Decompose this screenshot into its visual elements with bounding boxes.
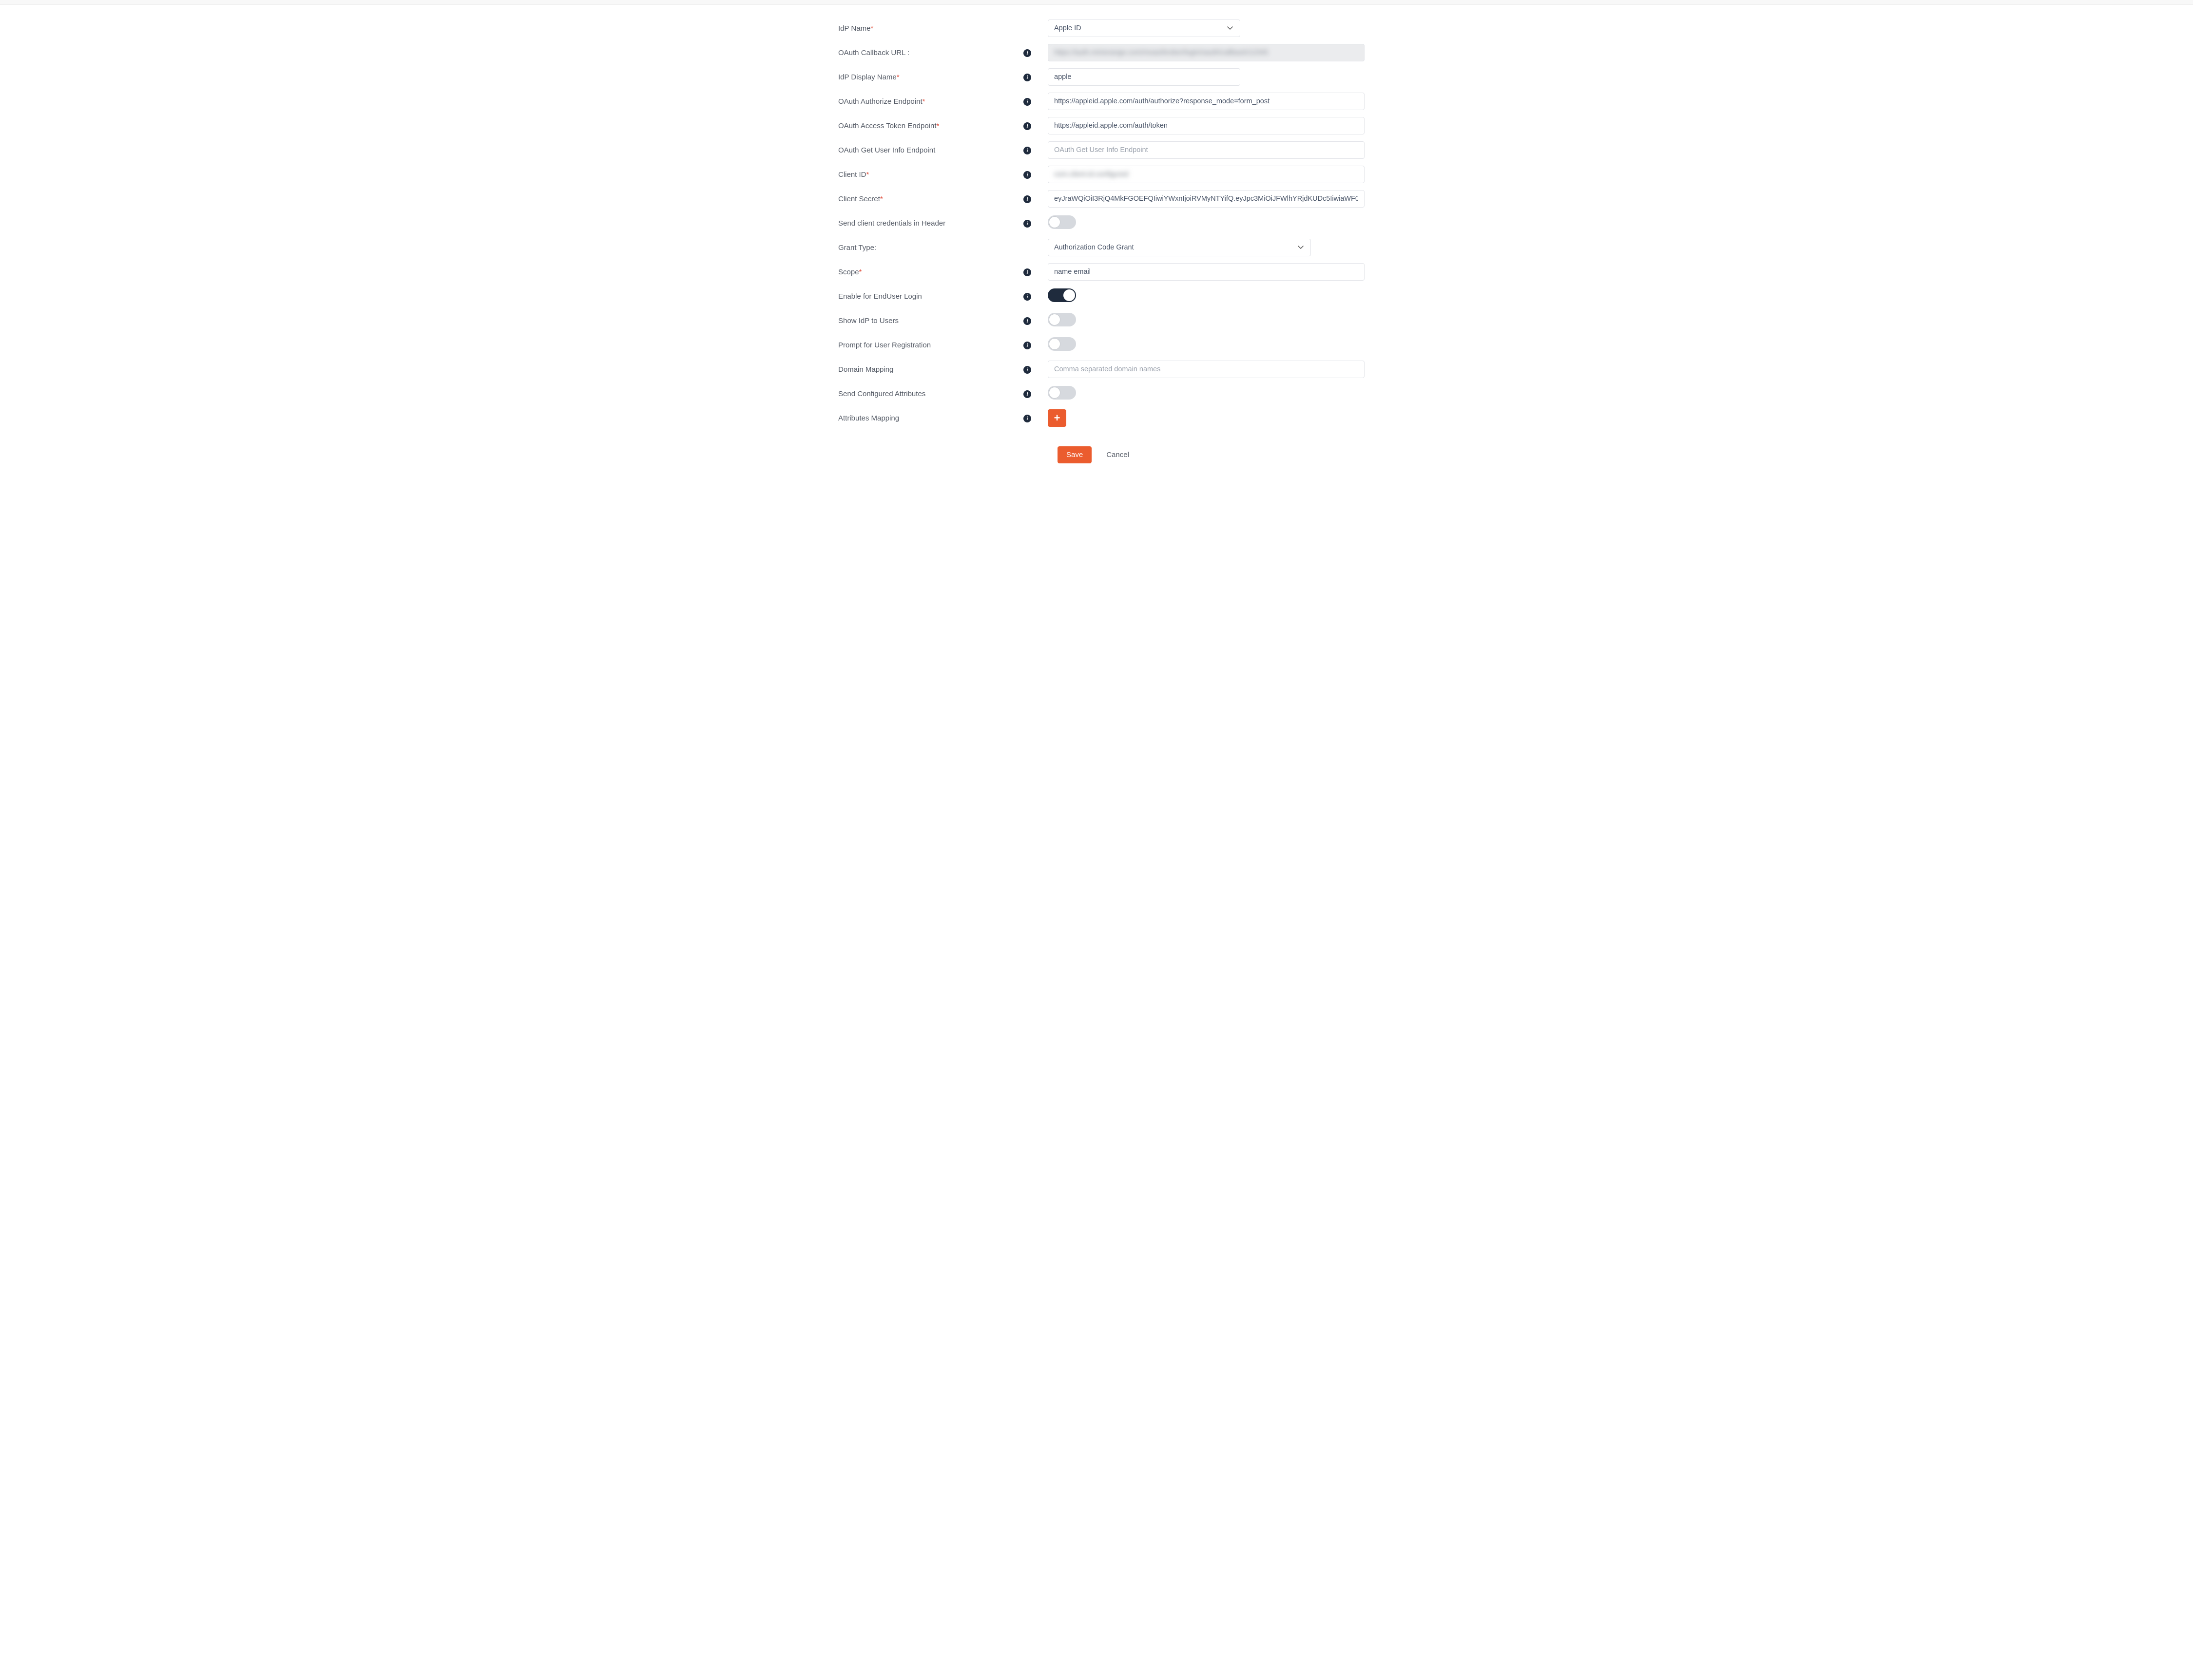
idp-display-name-label: IdP Display Name* bbox=[838, 73, 1023, 81]
idp-config-form: IdP Name* Apple ID OAuth Callback URL : … bbox=[809, 5, 1384, 483]
save-button[interactable]: Save bbox=[1058, 446, 1092, 463]
client-secret-input[interactable] bbox=[1048, 190, 1365, 208]
oauth-access-token-input[interactable] bbox=[1048, 117, 1365, 134]
oauth-access-token-label: OAuth Access Token Endpoint* bbox=[838, 122, 1023, 130]
info-icon[interactable]: i bbox=[1023, 147, 1031, 154]
cancel-button[interactable]: Cancel bbox=[1103, 450, 1132, 459]
enable-enduser-label: Enable for EndUser Login bbox=[838, 292, 1023, 301]
oauth-userinfo-input[interactable] bbox=[1048, 141, 1365, 159]
info-icon[interactable]: i bbox=[1023, 98, 1031, 106]
send-client-creds-label: Send client credentials in Header bbox=[838, 219, 1023, 228]
send-client-creds-toggle[interactable] bbox=[1048, 215, 1076, 229]
client-secret-label: Client Secret* bbox=[838, 195, 1023, 203]
oauth-callback-label: OAuth Callback URL : bbox=[838, 49, 1023, 57]
info-icon[interactable]: i bbox=[1023, 74, 1031, 81]
enable-enduser-toggle[interactable] bbox=[1048, 288, 1076, 302]
info-icon[interactable]: i bbox=[1023, 171, 1031, 179]
top-divider bbox=[0, 0, 2193, 5]
oauth-callback-readonly: https://auth.miniorange.com/moas/broker/… bbox=[1048, 44, 1365, 61]
info-icon[interactable]: i bbox=[1023, 293, 1031, 301]
grant-type-select[interactable]: Authorization Code Grant bbox=[1048, 239, 1311, 256]
info-icon[interactable]: i bbox=[1023, 342, 1031, 349]
domain-mapping-input[interactable] bbox=[1048, 361, 1365, 378]
send-attrs-toggle[interactable] bbox=[1048, 386, 1076, 400]
info-icon[interactable]: i bbox=[1023, 390, 1031, 398]
idp-name-select[interactable]: Apple ID bbox=[1048, 19, 1240, 37]
prompt-reg-label: Prompt for User Registration bbox=[838, 341, 1023, 349]
scope-input[interactable] bbox=[1048, 263, 1365, 281]
client-id-input[interactable]: com.client.id.configured bbox=[1048, 166, 1365, 183]
scope-label: Scope* bbox=[838, 268, 1023, 276]
send-attrs-label: Send Configured Attributes bbox=[838, 390, 1023, 398]
info-icon[interactable]: i bbox=[1023, 195, 1031, 203]
attr-mapping-label: Attributes Mapping bbox=[838, 414, 1023, 422]
info-icon[interactable]: i bbox=[1023, 49, 1031, 57]
info-icon[interactable]: i bbox=[1023, 220, 1031, 228]
info-icon[interactable]: i bbox=[1023, 122, 1031, 130]
show-idp-label: Show IdP to Users bbox=[838, 317, 1023, 325]
idp-name-label: IdP Name* bbox=[838, 24, 1023, 33]
oauth-userinfo-label: OAuth Get User Info Endpoint bbox=[838, 146, 1023, 154]
info-icon[interactable]: i bbox=[1023, 415, 1031, 422]
plus-icon: + bbox=[1054, 413, 1060, 423]
info-icon[interactable]: i bbox=[1023, 366, 1031, 374]
oauth-authorize-label: OAuth Authorize Endpoint* bbox=[838, 97, 1023, 106]
info-icon[interactable]: i bbox=[1023, 317, 1031, 325]
info-icon[interactable]: i bbox=[1023, 268, 1031, 276]
prompt-reg-toggle[interactable] bbox=[1048, 337, 1076, 351]
client-id-label: Client ID* bbox=[838, 171, 1023, 179]
grant-type-label: Grant Type: bbox=[838, 244, 1023, 252]
idp-display-name-input[interactable] bbox=[1048, 68, 1240, 86]
show-idp-toggle[interactable] bbox=[1048, 313, 1076, 326]
add-attribute-button[interactable]: + bbox=[1048, 409, 1066, 427]
domain-mapping-label: Domain Mapping bbox=[838, 365, 1023, 374]
oauth-authorize-input[interactable] bbox=[1048, 93, 1365, 110]
